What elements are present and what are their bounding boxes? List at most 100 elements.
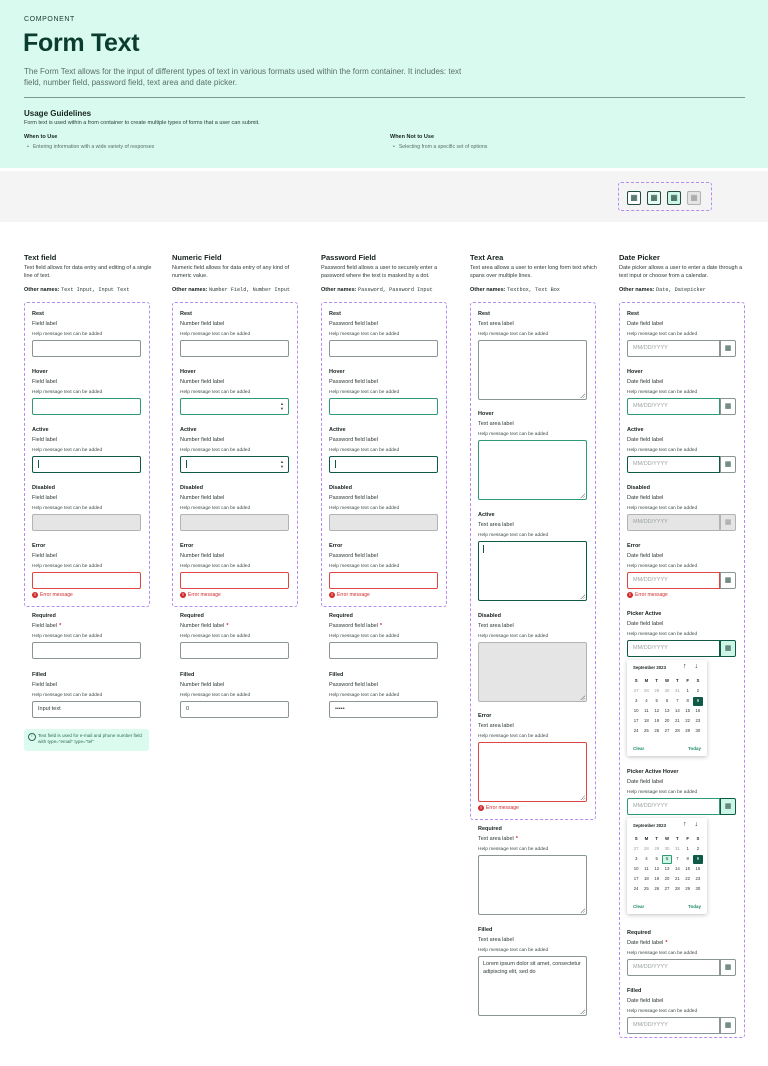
calendar-day[interactable]: 2 <box>693 845 703 854</box>
calendar-day[interactable]: 14 <box>672 865 682 874</box>
calendar-day[interactable]: 20 <box>662 875 672 884</box>
calendar-day[interactable]: 22 <box>682 875 692 884</box>
clear-button[interactable]: Clear <box>633 904 644 909</box>
password-input[interactable] <box>329 642 438 659</box>
calendar-day[interactable]: 1 <box>682 845 692 854</box>
resize-handle[interactable] <box>580 493 585 498</box>
calendar-day[interactable]: 21 <box>672 875 682 884</box>
calendar-day[interactable]: 20 <box>662 717 672 726</box>
calendar-icon[interactable]: ▦ <box>720 1017 736 1034</box>
calendar-day[interactable]: 6 <box>661 855 673 864</box>
calendar-day[interactable]: 17 <box>631 875 641 884</box>
calendar-day[interactable]: 28 <box>672 727 682 736</box>
text-input[interactable]: Input text <box>32 701 141 718</box>
calendar-icon[interactable]: ▦ <box>667 191 681 205</box>
password-input[interactable] <box>329 572 438 589</box>
calendar-day[interactable]: 19 <box>652 875 662 884</box>
calendar-day[interactable]: 8 <box>682 697 692 706</box>
text-area[interactable] <box>478 440 587 500</box>
calendar-icon[interactable]: ▦ <box>720 398 736 415</box>
stepper-icon[interactable]: ▲ ▼ <box>280 401 284 411</box>
calendar-day[interactable]: 22 <box>682 717 692 726</box>
calendar-month[interactable]: September 2023 <box>633 823 666 828</box>
calendar-month[interactable]: September 2023 <box>633 665 666 670</box>
calendar-day[interactable]: 18 <box>641 875 651 884</box>
calendar-icon[interactable]: ▦ <box>720 572 736 589</box>
calendar-day[interactable]: 14 <box>672 707 682 716</box>
calendar-day[interactable]: 16 <box>693 707 703 716</box>
calendar-day[interactable]: 29 <box>652 687 662 696</box>
text-input[interactable] <box>32 340 141 357</box>
calendar-day[interactable]: 10 <box>631 707 641 716</box>
password-input[interactable]: ••••• <box>329 701 438 718</box>
date-input[interactable]: MM/DD/YYYY <box>627 398 720 415</box>
date-input[interactable]: MM/DD/YYYY <box>627 340 720 357</box>
calendar-day[interactable]: 7 <box>672 697 682 706</box>
calendar-day[interactable]: 30 <box>662 845 672 854</box>
date-input[interactable]: MM/DD/YYYY <box>627 572 720 589</box>
calendar-day[interactable]: 30 <box>693 727 703 736</box>
password-input[interactable] <box>329 340 438 357</box>
calendar-day[interactable]: 15 <box>682 865 692 874</box>
text-input[interactable] <box>32 642 141 659</box>
month-nav-arrows[interactable]: ↑ ↓ <box>683 821 701 828</box>
text-input[interactable] <box>32 456 141 473</box>
calendar-day[interactable]: 26 <box>652 727 662 736</box>
calendar-icon[interactable]: ▦ <box>647 191 661 205</box>
calendar-day[interactable]: 21 <box>672 717 682 726</box>
calendar-icon[interactable]: ▦ <box>720 959 736 976</box>
stepper-icon[interactable]: ▲ ▼ <box>280 459 284 469</box>
calendar-day[interactable]: 9 <box>692 855 704 864</box>
number-input[interactable] <box>180 340 289 357</box>
number-input[interactable] <box>180 572 289 589</box>
calendar-day[interactable]: 25 <box>641 885 651 894</box>
resize-handle[interactable] <box>580 795 585 800</box>
calendar-day[interactable]: 5 <box>652 855 662 864</box>
text-area[interactable] <box>478 541 587 601</box>
calendar-day[interactable]: 18 <box>641 717 651 726</box>
calendar-day[interactable]: 28 <box>641 845 651 854</box>
calendar-day[interactable]: 4 <box>641 855 651 864</box>
resize-handle[interactable] <box>580 594 585 599</box>
calendar-day[interactable]: 12 <box>652 865 662 874</box>
calendar-day[interactable]: 27 <box>662 727 672 736</box>
calendar-icon[interactable]: ▦ <box>720 798 736 815</box>
text-input[interactable] <box>32 572 141 589</box>
calendar-day[interactable]: 7 <box>672 855 682 864</box>
calendar-day[interactable]: 3 <box>631 697 641 706</box>
calendar-day[interactable]: 1 <box>682 687 692 696</box>
calendar-day[interactable]: 15 <box>682 707 692 716</box>
calendar-day[interactable]: 8 <box>682 855 692 864</box>
text-area[interactable]: Lorem ipsum dolor sit amet, consectetur … <box>478 956 587 1016</box>
resize-handle[interactable] <box>580 1009 585 1014</box>
password-input[interactable] <box>329 456 438 473</box>
number-input[interactable]: ▲ ▼ <box>180 398 289 415</box>
calendar-day[interactable]: 29 <box>682 727 692 736</box>
calendar-day[interactable]: 2 <box>693 687 703 696</box>
calendar-day[interactable]: 23 <box>693 875 703 884</box>
resize-handle[interactable] <box>580 695 585 700</box>
number-input[interactable]: ▲ ▼ <box>180 456 289 473</box>
calendar-day[interactable]: 30 <box>662 687 672 696</box>
calendar-day[interactable]: 30 <box>693 885 703 894</box>
calendar-day[interactable]: 27 <box>631 687 641 696</box>
number-input[interactable] <box>180 642 289 659</box>
calendar-day[interactable]: 25 <box>641 727 651 736</box>
calendar-day[interactable]: 29 <box>682 885 692 894</box>
calendar-day[interactable]: 11 <box>641 865 651 874</box>
calendar-day[interactable]: 6 <box>662 697 672 706</box>
date-input[interactable]: MM/DD/YYYY <box>627 798 720 815</box>
number-input[interactable]: 0 <box>180 701 289 718</box>
calendar-day[interactable]: 13 <box>662 707 672 716</box>
calendar-day[interactable]: 31 <box>672 845 682 854</box>
text-area[interactable] <box>478 340 587 400</box>
calendar-day[interactable]: 19 <box>652 717 662 726</box>
calendar-icon[interactable]: ▦ <box>720 340 736 357</box>
calendar-day[interactable]: 9 <box>692 697 704 706</box>
calendar-day[interactable]: 24 <box>631 727 641 736</box>
calendar-day[interactable]: 13 <box>662 865 672 874</box>
today-button[interactable]: Today <box>688 746 701 751</box>
calendar-day[interactable]: 23 <box>693 717 703 726</box>
calendar-day[interactable]: 27 <box>662 885 672 894</box>
text-area[interactable] <box>478 855 587 915</box>
